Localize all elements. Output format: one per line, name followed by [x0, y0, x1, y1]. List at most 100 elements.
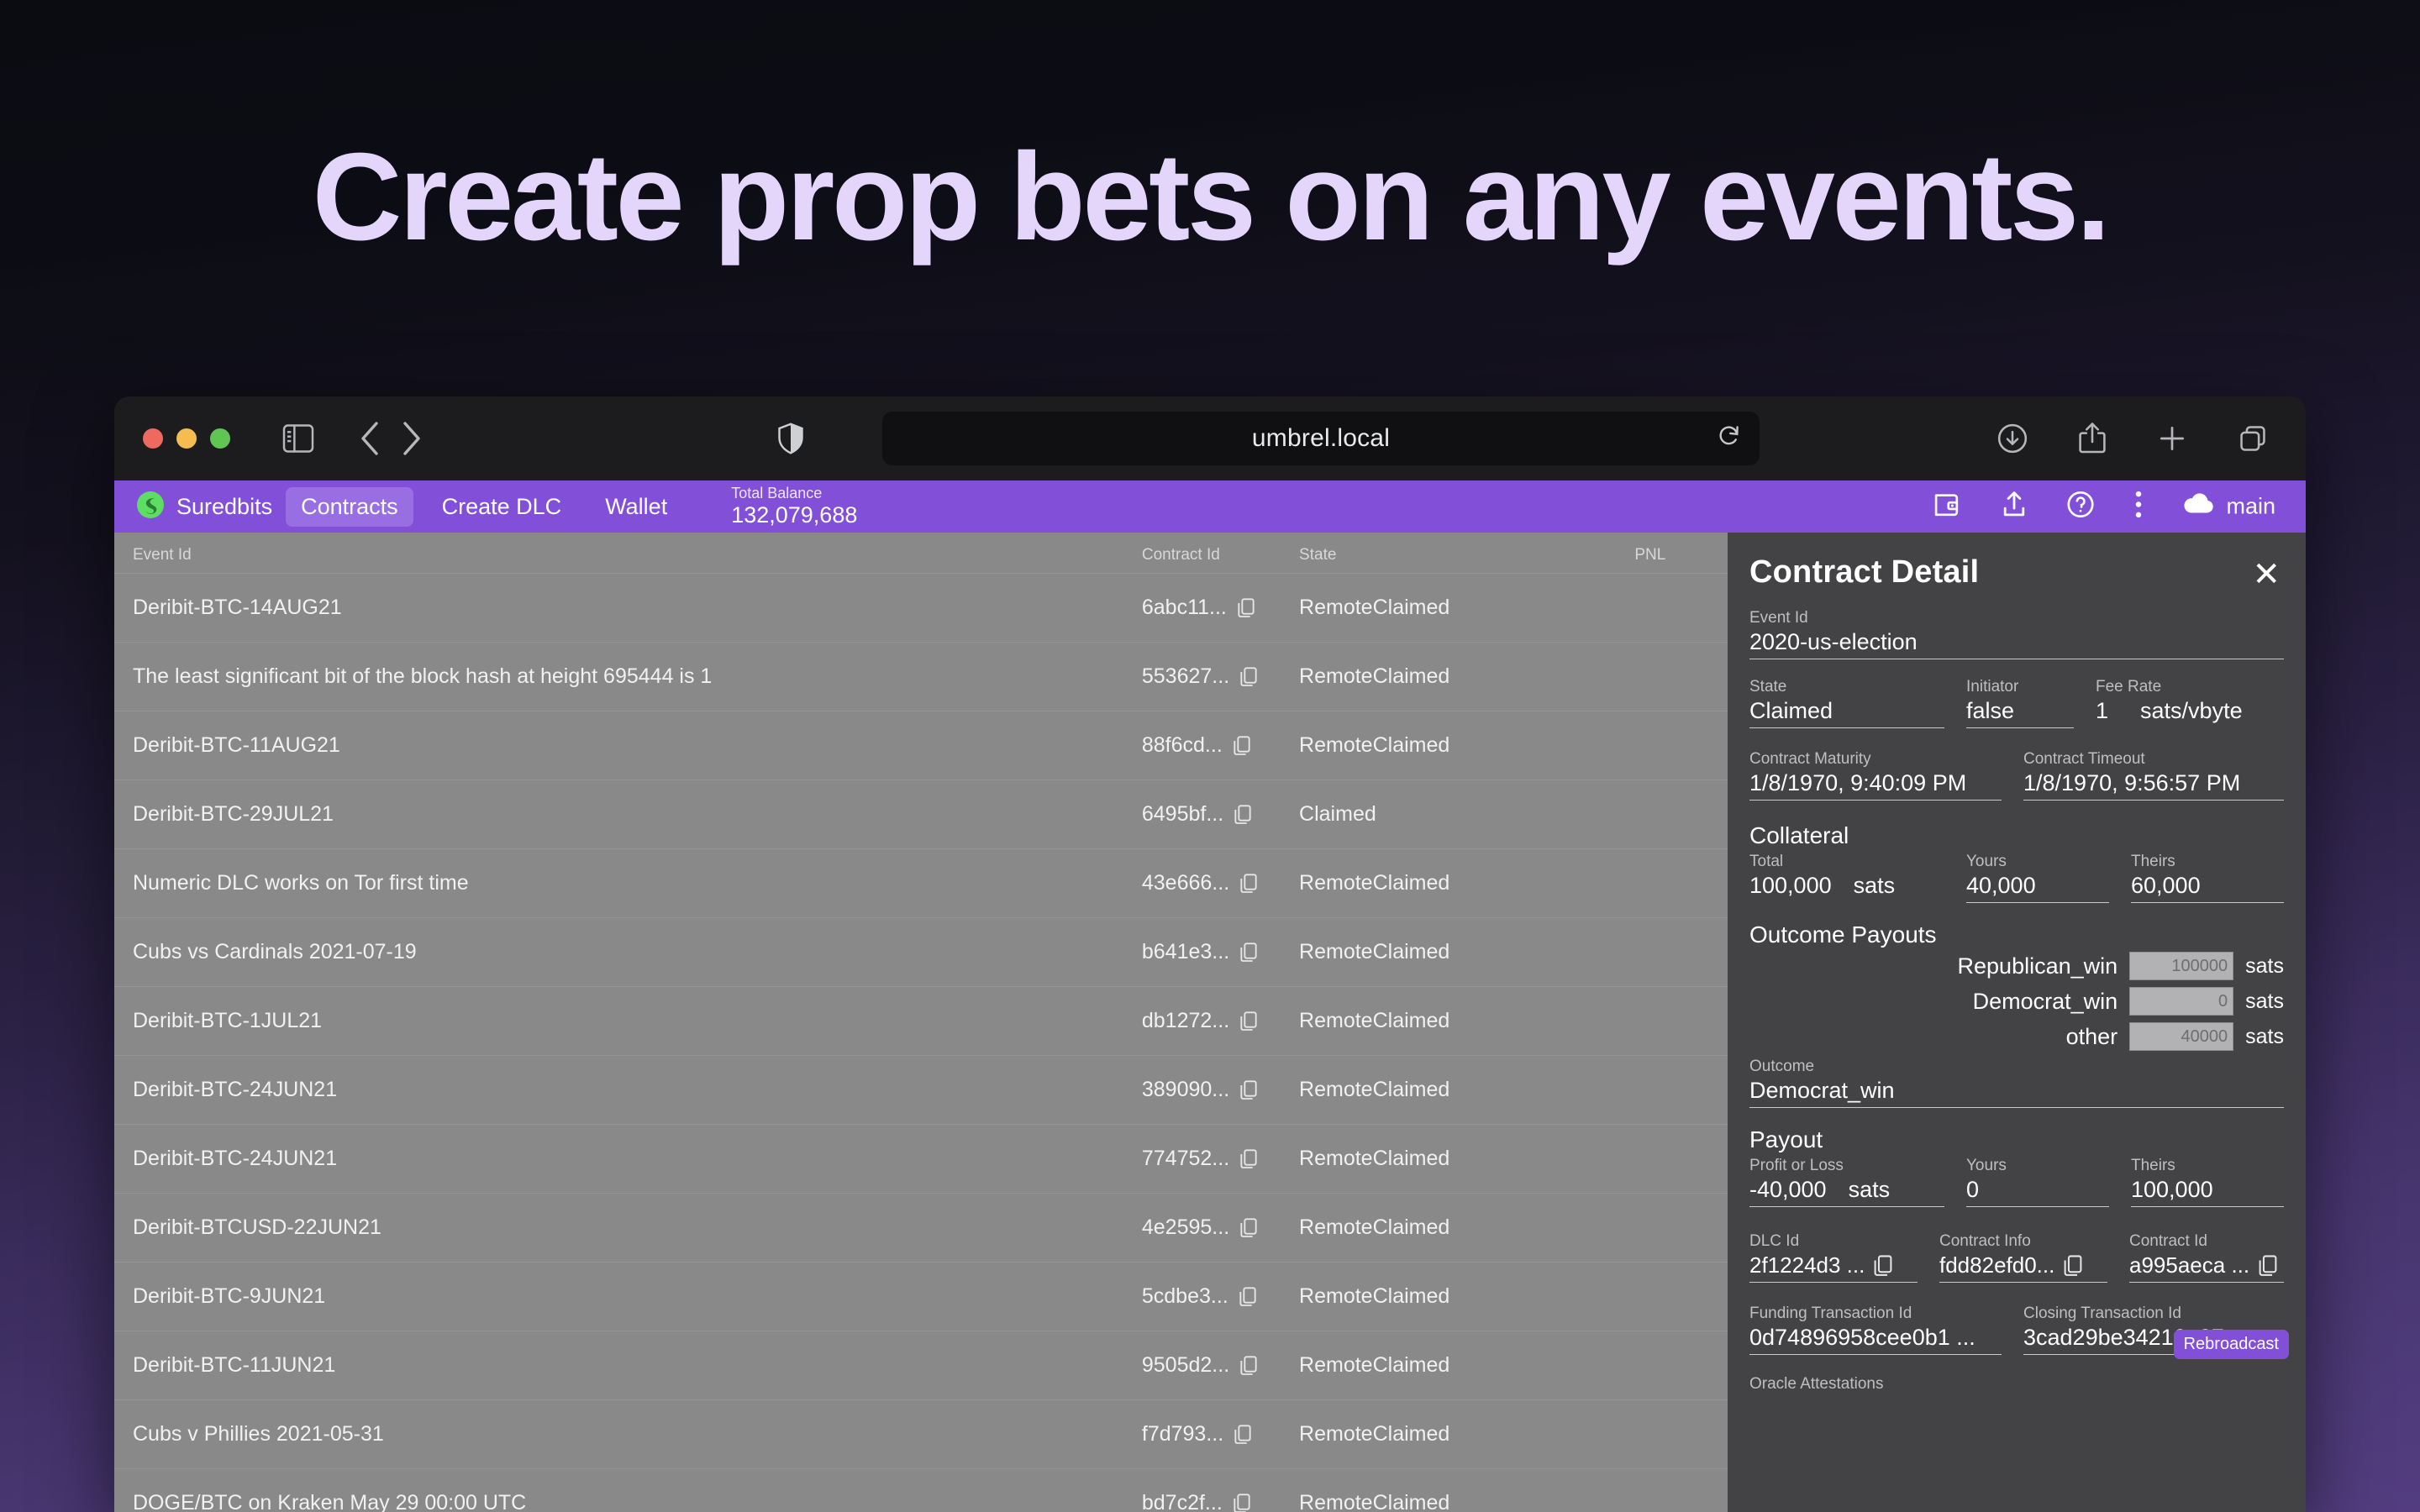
collateral-unit: sats [1853, 873, 1896, 898]
cell-contract-id[interactable]: 4e2595... [1141, 1193, 1300, 1263]
copy-icon[interactable] [1873, 1254, 1893, 1277]
cell-contract-id[interactable]: f7d793... [1141, 1399, 1300, 1469]
share-icon[interactable] [2077, 422, 2107, 455]
profit-or-loss-value[interactable]: -40,000 [1749, 1177, 1827, 1203]
outcome-payout-input[interactable]: 100000 [2129, 952, 2234, 980]
fee-rate-value[interactable]: 1 [2096, 698, 2108, 724]
copy-icon[interactable] [2063, 1254, 2083, 1277]
sidebar-icon[interactable] [282, 424, 314, 453]
cell-contract-id[interactable]: 774752... [1141, 1124, 1300, 1194]
cell-state: RemoteClaimed [1299, 1399, 1635, 1469]
cell-contract-id[interactable]: db1272... [1141, 986, 1300, 1056]
copy-icon[interactable] [1239, 1355, 1258, 1376]
address-bar[interactable]: umbrel.local [882, 412, 1760, 465]
brand[interactable]: Suredbits [136, 491, 272, 523]
contract-maturity-value[interactable]: 1/8/1970, 9:40:09 PM [1749, 770, 2002, 801]
collateral-total-label: Total [1749, 853, 1784, 870]
help-icon[interactable] [2066, 491, 2095, 523]
fee-rate-unit: sats/vbyte [2140, 698, 2243, 723]
cell-contract-id[interactable]: 43e666... [1141, 848, 1300, 918]
browser-titlebar: umbrel.local [114, 396, 2306, 480]
contract-id-value[interactable]: a995aeca ... [2129, 1252, 2249, 1278]
funding-transaction-value[interactable]: 0d74896958cee0b1 ... [1749, 1325, 2002, 1355]
contract-id-text: 389090... [1141, 1078, 1230, 1101]
cell-state: RemoteClaimed [1299, 1193, 1635, 1263]
upload-icon[interactable] [2001, 491, 2028, 523]
column-header-contract-id[interactable]: Contract Id [1141, 533, 1300, 574]
cell-contract-id[interactable]: 88f6cd... [1141, 711, 1300, 780]
downloads-icon[interactable] [1996, 423, 2028, 454]
new-tab-icon[interactable] [2156, 423, 2188, 454]
cell-contract-id[interactable]: b641e3... [1141, 917, 1300, 987]
copy-icon[interactable] [1234, 1424, 1252, 1445]
reload-icon[interactable] [1718, 424, 1741, 454]
copy-icon[interactable] [1239, 873, 1258, 894]
copy-icon[interactable] [1239, 1286, 1257, 1307]
copy-icon[interactable] [1239, 1217, 1258, 1238]
copy-icon[interactable] [1239, 1148, 1258, 1169]
rebroadcast-button[interactable]: Rebroadcast [2173, 1330, 2289, 1359]
minimize-window-button[interactable] [176, 428, 197, 449]
nav-link-create-dlc[interactable]: Create DLC [427, 487, 577, 527]
cell-contract-id[interactable]: 5cdbe3... [1141, 1262, 1300, 1331]
outcome-value[interactable]: Democrat_win [1749, 1078, 2284, 1108]
cell-state: Claimed [1299, 780, 1635, 849]
cell-contract-id[interactable]: 389090... [1141, 1055, 1300, 1125]
nav-link-contracts[interactable]: Contracts [286, 486, 413, 527]
cell-contract-id[interactable]: 6abc11... [1141, 573, 1300, 643]
close-icon[interactable]: ✕ [2252, 558, 2281, 591]
fee-rate-label: Fee Rate [2096, 678, 2162, 696]
cell-event-id: Deribit-BTCUSD-22JUN21 [114, 1193, 1142, 1263]
wallet-icon[interactable] [1933, 491, 1962, 522]
column-header-event-id[interactable]: Event Id [114, 533, 1142, 574]
outcome-label: Outcome [1749, 1058, 1815, 1075]
copy-icon[interactable] [1234, 804, 1252, 825]
contract-id-text: 774752... [1141, 1147, 1230, 1170]
funding-transaction-label: Funding Transaction Id [1749, 1305, 1912, 1322]
copy-icon[interactable] [1239, 1079, 1258, 1100]
outcome-payouts-title: Outcome Payouts [1749, 921, 1937, 948]
shield-icon[interactable] [778, 423, 803, 454]
collateral-yours-field: Yours 40,000 [1966, 853, 2109, 903]
back-icon[interactable] [360, 422, 380, 455]
collateral-total-value[interactable]: 100,000 [1749, 873, 1832, 899]
contract-info-label: Contract Info [1939, 1232, 2031, 1250]
copy-icon[interactable] [1239, 666, 1258, 687]
cell-state: RemoteClaimed [1299, 1262, 1635, 1331]
contract-timeout-value[interactable]: 1/8/1970, 9:56:57 PM [2023, 770, 2284, 801]
cell-contract-id[interactable]: 9505d2... [1141, 1331, 1300, 1400]
collateral-yours-value[interactable]: 40,000 [1966, 873, 2109, 903]
copy-icon[interactable] [1239, 942, 1258, 963]
copy-icon[interactable] [1239, 1011, 1258, 1032]
payout-theirs-field: Theirs 100,000 [2131, 1157, 2284, 1207]
state-value[interactable]: Claimed [1749, 698, 1944, 728]
total-balance: Total Balance 132,079,688 [731, 485, 857, 528]
tab-overview-icon[interactable] [2237, 423, 2269, 454]
cell-contract-id[interactable]: 553627... [1141, 642, 1300, 711]
copy-icon[interactable] [1237, 597, 1255, 618]
more-vertical-icon[interactable] [2133, 491, 2144, 523]
outcome-payout-row: Democrat_win 0 sats [1749, 987, 2284, 1016]
nav-link-wallet[interactable]: Wallet [590, 487, 682, 527]
initiator-value[interactable]: false [1966, 698, 2074, 728]
close-window-button[interactable] [143, 428, 163, 449]
forward-icon[interactable] [402, 422, 422, 455]
dlc-id-value[interactable]: 2f1224d3 ... [1749, 1252, 1865, 1278]
column-header-state[interactable]: State [1299, 533, 1635, 574]
event-id-value[interactable]: 2020-us-election [1749, 629, 2284, 659]
copy-icon[interactable] [2258, 1254, 2278, 1277]
payout-yours-value[interactable]: 0 [1966, 1177, 2109, 1207]
initiator-label: Initiator [1966, 678, 2019, 696]
contract-info-value[interactable]: fdd82efd0... [1939, 1252, 2054, 1278]
cell-contract-id[interactable]: bd7c2f... [1141, 1468, 1300, 1512]
network-status[interactable]: main [2182, 493, 2275, 521]
zoom-window-button[interactable] [210, 428, 230, 449]
collateral-theirs-value[interactable]: 60,000 [2131, 873, 2284, 903]
cloud-icon [2182, 493, 2214, 521]
copy-icon[interactable] [1233, 1493, 1251, 1512]
payout-theirs-value[interactable]: 100,000 [2131, 1177, 2284, 1207]
copy-icon[interactable] [1233, 735, 1251, 756]
outcome-payout-input[interactable]: 0 [2129, 987, 2234, 1016]
cell-contract-id[interactable]: 6495bf... [1141, 780, 1300, 849]
outcome-payout-input[interactable]: 40000 [2129, 1022, 2234, 1051]
